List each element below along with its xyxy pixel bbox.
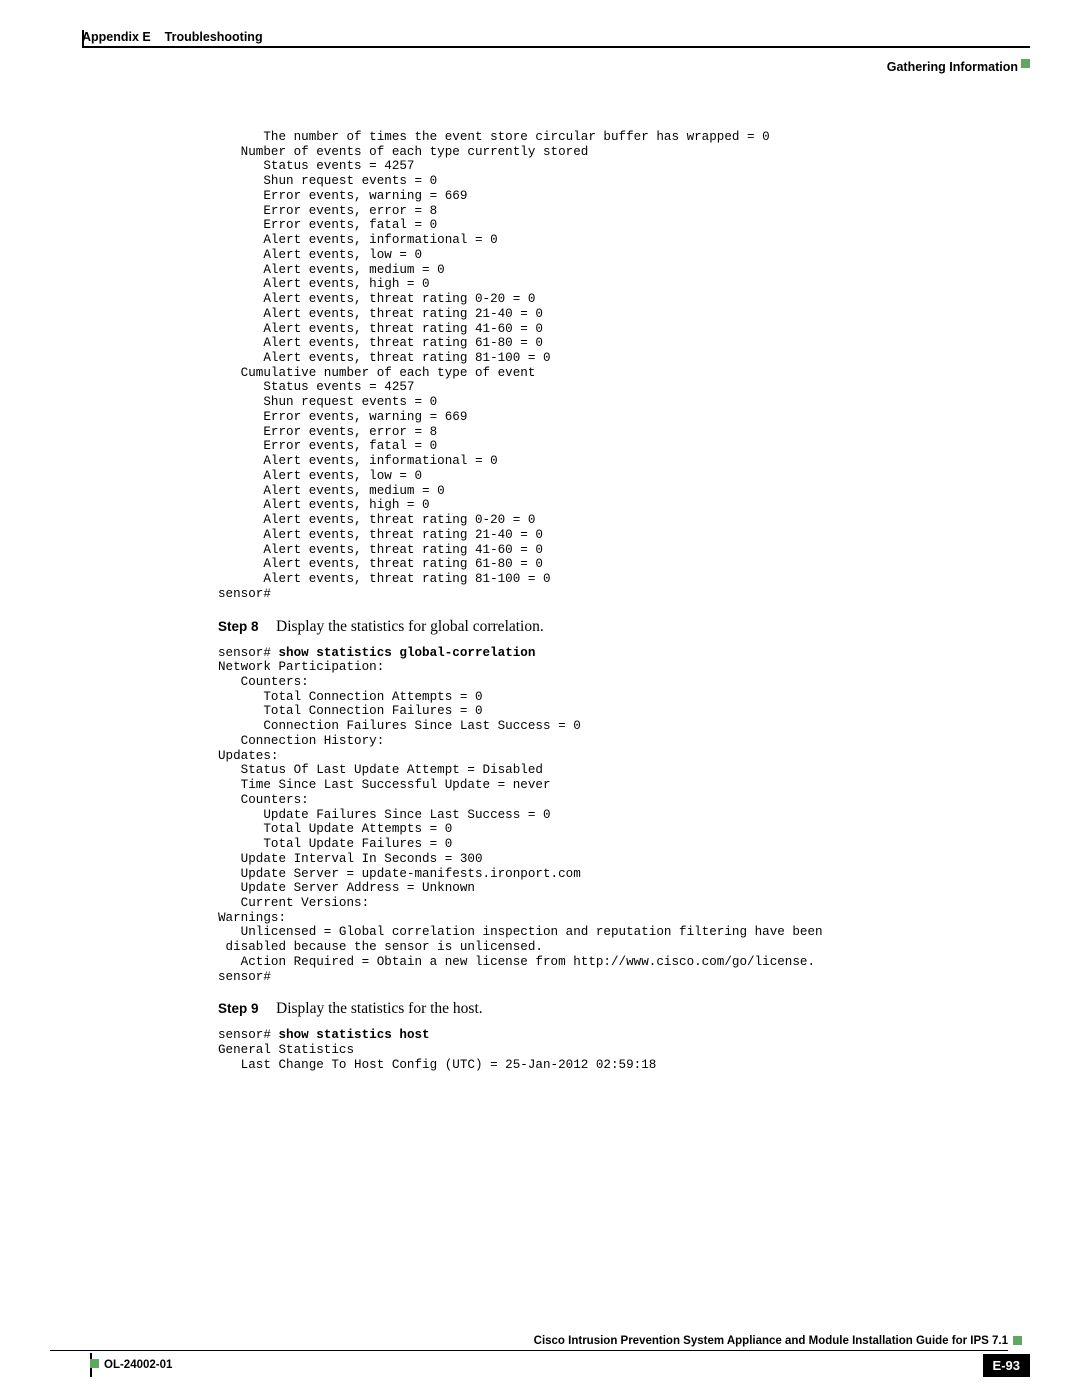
running-header-left: Appendix E Troubleshooting: [82, 30, 263, 44]
step-8-text: Display the statistics for global correl…: [276, 618, 544, 635]
page-content: The number of times the event store circ…: [218, 34, 1024, 1073]
step-8-label: Step 8: [218, 619, 272, 634]
step-9-text: Display the statistics for the host.: [276, 1000, 483, 1017]
cli-command: show statistics global-correlation: [278, 646, 535, 660]
cli-command: show statistics host: [278, 1028, 429, 1042]
chapter-title: Troubleshooting: [165, 30, 263, 44]
appendix-label: Appendix E: [82, 30, 151, 44]
footer-guide-title: Cisco Intrusion Prevention System Applia…: [534, 1335, 1008, 1347]
header-rule: [82, 46, 1030, 48]
code-output-global-correlation: sensor# show statistics global-correlati…: [218, 646, 1024, 985]
cli-output-body: General Statistics Last Change To Host C…: [218, 1043, 656, 1072]
footer-left-square-icon: [90, 1359, 99, 1368]
cli-output-body: Network Participation: Counters: Total C…: [218, 660, 830, 983]
page-number-badge: E-93: [983, 1354, 1030, 1377]
code-output-event-store: The number of times the event store circ…: [218, 130, 1024, 602]
footer-rule: [50, 1350, 1008, 1352]
page: Appendix E Troubleshooting Gathering Inf…: [0, 0, 1080, 1397]
code-output-host: sensor# show statistics host General Sta…: [218, 1028, 1024, 1072]
footer-accent-square-icon: [1013, 1336, 1022, 1345]
step-8-row: Step 8 Display the statistics for global…: [278, 618, 1024, 636]
running-header-right: Gathering Information: [887, 60, 1018, 74]
header-accent-square-icon: [1021, 59, 1030, 68]
footer-docnum: OL-24002-01: [104, 1359, 172, 1371]
cli-prompt: sensor#: [218, 646, 278, 660]
step-9-row: Step 9 Display the statistics for the ho…: [278, 1000, 1024, 1018]
step-9-label: Step 9: [218, 1001, 272, 1016]
cli-prompt: sensor#: [218, 1028, 278, 1042]
